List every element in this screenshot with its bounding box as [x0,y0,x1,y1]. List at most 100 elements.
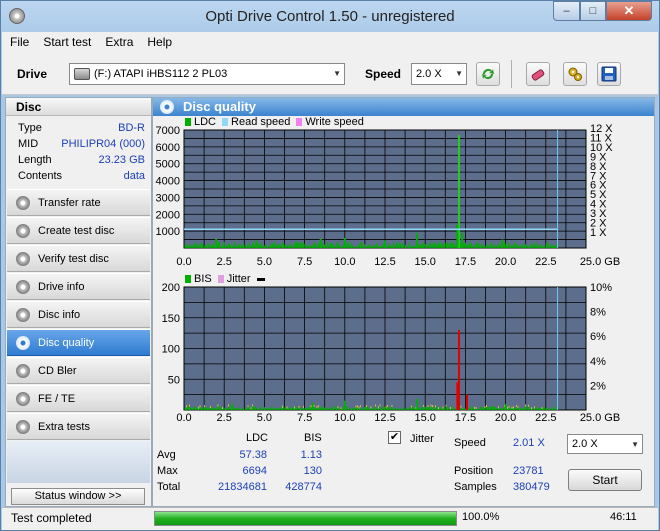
y-tick-label: 200 [162,282,180,294]
stats-row-label: Avg [157,449,176,461]
stats-max-bis: 130 [303,465,322,477]
jitter-checkbox[interactable]: ✔ [388,431,401,444]
title-bar: Opti Drive Control 1.50 - unregistered –… [1,1,659,32]
disc-info-type: Type BD-R [6,122,151,138]
disc-icon [16,223,30,238]
y-tick-label-right: 10% [590,282,612,294]
refresh-icon [482,69,494,79]
drive-icon [74,68,90,80]
stats-avg-ldc: 57.38 [239,449,267,461]
save-button[interactable] [597,62,621,86]
disc-info-mid: MID PHILIPR04 (000) [6,138,151,154]
settings-icon [568,67,582,81]
erase-button[interactable] [526,62,550,86]
menu-file[interactable]: File [2,35,35,49]
nav-label: Drive info [38,280,85,293]
minimize-button[interactable]: – [553,1,580,21]
speed-label: Speed [365,67,402,81]
drive-select[interactable]: (F:) ATAPI iHBS112 2 PL03 ▼ [69,63,345,85]
x-tick-label: 25.0 GB [580,412,620,424]
speed-readout-value: 2.01 X [513,437,545,449]
x-tick-label: 20.0 [495,412,516,424]
nav-fe-te[interactable]: FE / TE [7,385,150,412]
samples-value: 380479 [513,481,550,493]
stats-total-ldc: 21834681 [218,481,267,493]
stats-total-bis: 428774 [285,481,322,493]
x-tick-label: 0.0 [176,412,191,424]
y-tick-label: 6000 [156,142,180,154]
stats-row-label: Max [157,465,178,477]
disc-icon [16,335,30,350]
disc-icon [16,251,30,266]
disc-info-value: 23.23 GB [98,154,145,166]
chevron-down-icon: ▼ [631,440,639,449]
progress-fill [155,512,456,525]
disc-info-value: PHILIPR04 (000) [61,138,145,150]
nav-drive-info[interactable]: Drive info [7,273,150,300]
y-tick-label-right: 4% [590,356,606,368]
disc-icon [16,419,30,434]
eraser-icon [531,69,545,81]
nav-label: Extra tests [38,420,90,433]
x-tick-label: 17.5 [455,412,476,424]
speed-select[interactable]: 2.0 X ▼ [411,63,467,85]
sidebar: Disc Type BD-R MID PHILIPR04 (000) Lengt… [5,97,152,507]
disc-info-value: BD-R [118,122,145,134]
refresh-button[interactable] [476,62,500,86]
stats-col-ldc: LDC [246,432,269,444]
test-speed-select[interactable]: 2.0 X ▼ [567,434,643,454]
x-tick-label: 25.0 GB [580,256,620,268]
toolbar: Drive (F:) ATAPI iHBS112 2 PL03 ▼ Speed … [2,52,658,95]
disc-info-value: data [123,170,145,182]
nav-disc-quality[interactable]: Disc quality [7,329,150,356]
samples-label: Samples [454,481,497,493]
close-button[interactable]: ✕ [606,1,652,21]
y-tick-label: 7000 [156,125,180,137]
save-icon [601,66,617,82]
disc-icon [16,307,30,322]
nav-cd-bler[interactable]: CD Bler [7,357,150,384]
status-bar: Test completed 100.0% 46:11 [2,507,658,530]
chevron-down-icon: ▼ [455,69,463,78]
nav-label: Transfer rate [38,196,101,209]
chevron-down-icon: ▼ [333,69,341,78]
x-tick-label: 2.5 [217,256,232,268]
speed-select-value: 2.0 X [416,68,442,80]
y-tick-label-right: 8% [590,307,606,319]
disc-header: Disc [6,98,151,116]
start-button[interactable]: Start [568,469,642,491]
maximize-button[interactable]: □ [580,1,606,21]
x-tick-label: 0.0 [176,256,191,268]
x-tick-label: 5.0 [257,412,272,424]
y-tick-label: 150 [162,313,180,325]
nav-extra-tests[interactable]: Extra tests [7,413,150,440]
y-tick-label: 4000 [156,176,180,188]
nav-verify-test-disc[interactable]: Verify test disc [7,245,150,272]
stats-avg-bis: 1.13 [300,449,322,461]
nav-transfer-rate[interactable]: Transfer rate [7,189,150,216]
stats-max-ldc: 6694 [242,465,267,477]
disc-icon [16,363,30,378]
y-tick-label: 100 [162,344,180,356]
menu-help[interactable]: Help [139,35,178,49]
nav-label: Create test disc [38,224,115,237]
y-tick-label: 1000 [156,226,180,238]
x-tick-label: 17.5 [455,256,476,268]
x-tick-label: 20.0 [495,256,516,268]
nav-disc-info[interactable]: Disc info [7,301,150,328]
y-tick-label: 2000 [156,209,180,221]
disc-info-key: Contents [18,170,63,182]
disc-info-contents: Contents data [6,170,151,186]
y-tick-label: 3000 [156,192,180,204]
menu-extra[interactable]: Extra [97,35,139,49]
nav-empty-area [7,441,150,483]
disc-info-key: Type [18,122,42,134]
jitter-label: Jitter [410,433,434,445]
x-tick-label: 10.0 [334,256,355,268]
nav-create-test-disc[interactable]: Create test disc [7,217,150,244]
status-window-button[interactable]: Status window >> [11,488,145,505]
settings-button[interactable] [563,62,587,86]
disc-info-key: MID [18,138,39,150]
menu-start-test[interactable]: Start test [35,35,97,49]
progress-text: 100.0% [462,511,500,523]
